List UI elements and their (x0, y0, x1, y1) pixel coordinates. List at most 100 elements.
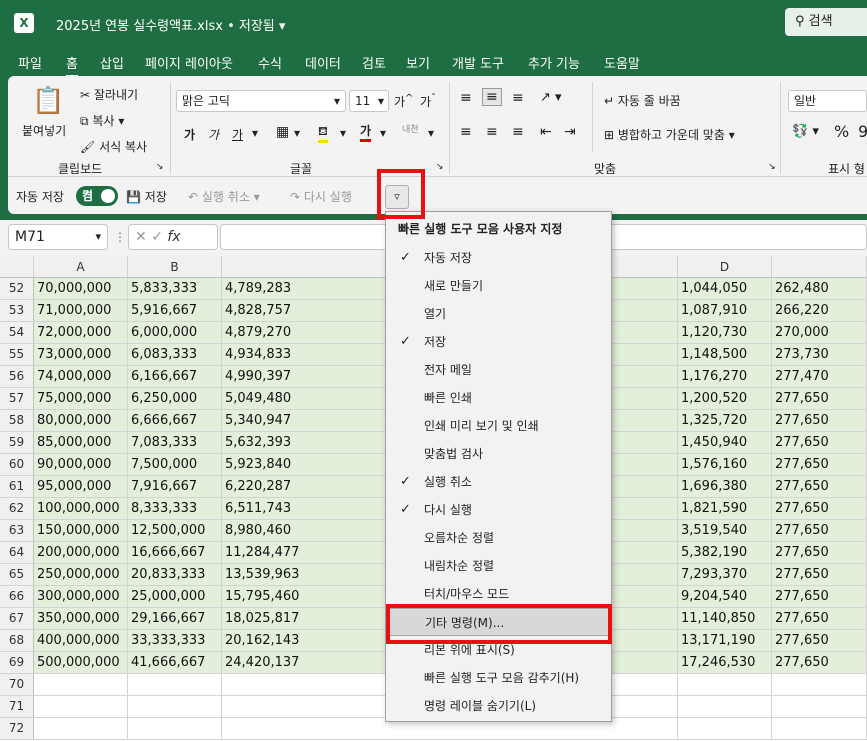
insert-function-button[interactable]: fx (167, 229, 180, 245)
fill-color-icon[interactable]: ⛾ (318, 124, 328, 143)
save-button[interactable]: 💾 저장 (126, 188, 167, 205)
qat-menu-item[interactable]: 새로 만들기 (386, 272, 611, 300)
row-header[interactable]: 54 (0, 322, 34, 343)
qat-menu-item[interactable]: 열기 (386, 300, 611, 328)
format-painter-button[interactable]: 🖌 서식 복사 (80, 138, 147, 155)
cell-b[interactable]: 25,000,000 (128, 586, 222, 607)
qat-menu-item[interactable]: ✓ 다시 실행 (386, 496, 611, 524)
cell-a[interactable]: 73,000,000 (34, 344, 128, 365)
cell-d[interactable] (678, 718, 772, 739)
font-name-select[interactable]: 맑은 고딕 ▾ (176, 90, 346, 112)
cell-d[interactable]: 1,148,500 (678, 344, 772, 365)
cell-b[interactable]: 41,666,667 (128, 652, 222, 673)
cell-a[interactable]: 90,000,000 (34, 454, 128, 475)
cell-e[interactable]: 277,650 (772, 542, 867, 563)
tab-formulas[interactable]: 수식 (258, 53, 282, 72)
row-header[interactable]: 56 (0, 366, 34, 387)
qat-menu-item[interactable]: 빠른 인쇄 (386, 384, 611, 412)
cancel-icon[interactable]: ✕ (135, 229, 147, 245)
cell-b[interactable]: 5,916,667 (128, 300, 222, 321)
orientation-icon[interactable]: ↗ ▾ (540, 90, 562, 105)
name-box[interactable]: M71 ▾ (8, 224, 108, 250)
cell-b[interactable]: 5,833,333 (128, 278, 222, 299)
cell-a[interactable]: 72,000,000 (34, 322, 128, 343)
cell-b[interactable]: 33,333,333 (128, 630, 222, 651)
cell-b[interactable]: 8,333,333 (128, 498, 222, 519)
cell-d[interactable]: 7,293,370 (678, 564, 772, 585)
row-header[interactable]: 53 (0, 300, 34, 321)
cell-d[interactable]: 5,382,190 (678, 542, 772, 563)
cell-e[interactable]: 277,470 (772, 366, 867, 387)
cell-a[interactable]: 71,000,000 (34, 300, 128, 321)
qat-menu-item[interactable]: 빠른 실행 도구 모음 감추기(H) (386, 664, 611, 692)
cell-d[interactable]: 3,519,540 (678, 520, 772, 541)
cell-b[interactable] (128, 696, 222, 717)
cell-e[interactable]: 273,730 (772, 344, 867, 365)
row-header[interactable]: 58 (0, 410, 34, 431)
qat-menu-item[interactable]: 내림차순 정렬 (386, 552, 611, 580)
cell-a[interactable]: 100,000,000 (34, 498, 128, 519)
cell-b[interactable]: 7,083,333 (128, 432, 222, 453)
column-header-d[interactable]: D (678, 256, 772, 278)
tab-view[interactable]: 보기 (406, 53, 430, 72)
phonetic-guide-icon[interactable]: 내천 (402, 122, 419, 135)
cell-a[interactable]: 85,000,000 (34, 432, 128, 453)
cell-d[interactable]: 1,576,160 (678, 454, 772, 475)
cell-e[interactable]: 277,650 (772, 454, 867, 475)
align-left-icon[interactable]: ≡ (460, 124, 472, 140)
cell-e[interactable] (772, 718, 867, 739)
row-header[interactable]: 59 (0, 432, 34, 453)
row-header[interactable]: 65 (0, 564, 34, 585)
tab-home[interactable]: 홈 (66, 53, 78, 78)
decrease-indent-icon[interactable]: ⇤ (540, 124, 552, 140)
qat-menu-item[interactable]: ✓ 자동 저장 (386, 244, 611, 272)
cell-b[interactable]: 29,166,667 (128, 608, 222, 629)
row-header[interactable]: 57 (0, 388, 34, 409)
cell-d[interactable]: 1,087,910 (678, 300, 772, 321)
undo-button[interactable]: ↶ 실행 취소 ▾ (188, 188, 260, 205)
cell-e[interactable]: 270,000 (772, 322, 867, 343)
cell-a[interactable]: 250,000,000 (34, 564, 128, 585)
cell-b[interactable]: 20,833,333 (128, 564, 222, 585)
row-header[interactable]: 69 (0, 652, 34, 673)
document-title[interactable]: 2025년 연봉 실수령액표.xlsx • 저장됨 ▾ (56, 15, 285, 34)
align-middle-icon[interactable]: ≡ (482, 88, 502, 106)
cell-a[interactable]: 300,000,000 (34, 586, 128, 607)
column-header-a[interactable]: A (34, 256, 128, 278)
cell-d[interactable]: 1,044,050 (678, 278, 772, 299)
tab-data[interactable]: 데이터 (305, 53, 341, 72)
italic-button[interactable]: 가 (208, 126, 219, 143)
cell-b[interactable]: 12,500,000 (128, 520, 222, 541)
row-header[interactable]: 68 (0, 630, 34, 651)
column-header-b[interactable]: B (128, 256, 222, 278)
cell-e[interactable]: 277,650 (772, 410, 867, 431)
chevron-down-icon[interactable]: ▾ (340, 126, 346, 140)
chevron-down-icon[interactable]: ▾ (294, 126, 300, 140)
cell-e[interactable]: 277,650 (772, 630, 867, 651)
cell-b[interactable] (128, 718, 222, 739)
cell-a[interactable]: 80,000,000 (34, 410, 128, 431)
cell-a[interactable]: 75,000,000 (34, 388, 128, 409)
wrap-text-button[interactable]: ↵ 자동 줄 바꿈 (604, 92, 681, 109)
qat-menu-item[interactable]: 명령 레이블 숨기기(L) (386, 692, 611, 720)
enter-icon[interactable]: ✓ (151, 229, 163, 245)
qat-menu-item[interactable]: 인쇄 미리 보기 및 인쇄 (386, 412, 611, 440)
cell-d[interactable]: 1,176,270 (678, 366, 772, 387)
cell-d[interactable]: 1,821,590 (678, 498, 772, 519)
cell-d[interactable]: 1,120,730 (678, 322, 772, 343)
autosave-toggle[interactable]: 켬 (76, 186, 118, 206)
cell-d[interactable] (678, 674, 772, 695)
row-header[interactable]: 62 (0, 498, 34, 519)
cell-d[interactable]: 17,246,530 (678, 652, 772, 673)
row-header[interactable]: 64 (0, 542, 34, 563)
decrease-font-size-button[interactable]: 가ˇ (420, 93, 436, 110)
qat-menu-item[interactable]: 전자 메일 (386, 356, 611, 384)
chevron-down-icon[interactable]: ▾ (252, 126, 258, 140)
row-header[interactable]: 67 (0, 608, 34, 629)
tab-addins[interactable]: 추가 기능 (528, 53, 580, 72)
cell-e[interactable]: 277,650 (772, 520, 867, 541)
cell-e[interactable]: 277,650 (772, 652, 867, 673)
cell-a[interactable]: 350,000,000 (34, 608, 128, 629)
chevron-down-icon[interactable]: ▾ (380, 126, 386, 140)
paste-button[interactable]: 붙여넣기 (22, 122, 66, 139)
